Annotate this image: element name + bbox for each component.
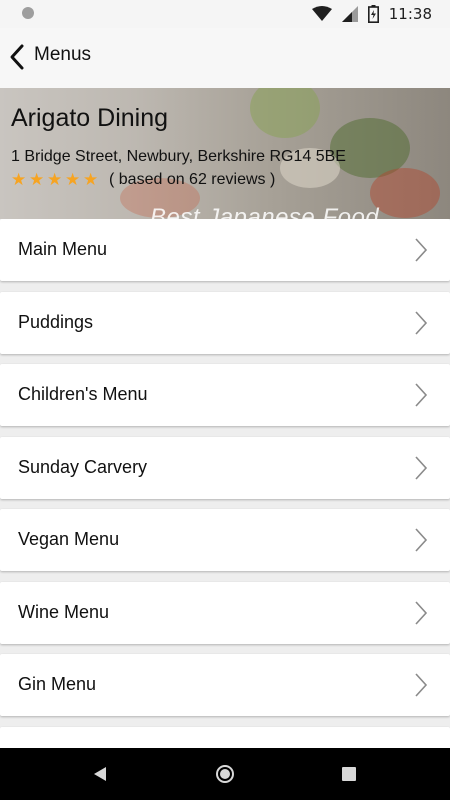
menu-item-label: Sunday Carvery bbox=[18, 456, 148, 477]
chevron-right-icon bbox=[415, 238, 428, 262]
menu-item-label: Main Menu bbox=[18, 239, 108, 259]
restaurant-banner: Arigato Dining 1 Bridge Street, Newbury,… bbox=[0, 88, 450, 219]
banner-text: Best Japanese Food bbox=[150, 204, 380, 219]
menu-item-label: Vegan Menu bbox=[18, 529, 120, 549]
battery-icon bbox=[367, 5, 379, 23]
page-title: Menus bbox=[34, 44, 92, 65]
status-bar: 11:38 bbox=[0, 0, 450, 28]
nav-home-icon[interactable] bbox=[215, 764, 235, 784]
menu-item-label: Wine Menu bbox=[18, 601, 110, 622]
status-icons: 11:38 bbox=[311, 4, 432, 24]
menu-list: Main Menu Puddings Children's Menu Sunday C… bbox=[0, 219, 450, 748]
reviews-count: ( based on 62 reviews ) bbox=[109, 171, 276, 188]
menu-item[interactable]: Puddings bbox=[0, 291, 450, 354]
chevron-right-icon bbox=[415, 310, 428, 335]
star-icon: ★ bbox=[65, 170, 81, 190]
system-nav-bar bbox=[0, 748, 450, 800]
status-time: 11:38 bbox=[388, 5, 432, 23]
chevron-left-icon[interactable] bbox=[8, 42, 28, 72]
star-icon: ★ bbox=[47, 170, 63, 190]
star-icon: ★ bbox=[29, 170, 45, 190]
chevron-right-icon bbox=[415, 455, 428, 480]
banner-food-image bbox=[370, 168, 440, 218]
chevron-right-icon bbox=[415, 600, 428, 625]
app-bar: Menus bbox=[0, 28, 450, 88]
menu-item[interactable]: Wine Menu bbox=[0, 581, 450, 644]
menu-item-partial[interactable] bbox=[0, 726, 450, 748]
nav-recents-icon[interactable] bbox=[342, 767, 356, 781]
nav-back-icon[interactable] bbox=[93, 766, 107, 782]
menu-item[interactable]: Gin Menu bbox=[0, 654, 450, 716]
star-rating: ★ ★ ★ ★ ★ bbox=[11, 171, 101, 189]
menu-item-label: Children's Menu bbox=[18, 384, 148, 404]
menu-item[interactable]: Children's Menu bbox=[0, 364, 450, 426]
banner-food-image bbox=[250, 88, 320, 138]
notification-dot-icon bbox=[22, 7, 34, 19]
star-icon: ★ bbox=[83, 170, 99, 190]
chevron-right-icon bbox=[415, 673, 428, 697]
wifi-icon bbox=[311, 6, 332, 21]
restaurant-name: Arigato Dining bbox=[11, 104, 169, 132]
star-icon: ★ bbox=[11, 170, 27, 190]
menu-item-label: Gin Menu bbox=[18, 674, 97, 694]
menu-item[interactable]: Main Menu bbox=[0, 219, 450, 281]
menu-item-label: Puddings bbox=[18, 311, 94, 332]
menu-item[interactable]: Vegan Menu bbox=[0, 509, 450, 571]
chevron-right-icon bbox=[415, 383, 428, 407]
signal-icon bbox=[341, 6, 358, 22]
chevron-right-icon bbox=[415, 528, 428, 552]
restaurant-address: 1 Bridge Street, Newbury, Berkshire RG14… bbox=[11, 148, 346, 165]
rating-row: ★ ★ ★ ★ ★ ( based on 62 reviews ) bbox=[11, 171, 275, 189]
menu-item[interactable]: Sunday Carvery bbox=[0, 436, 450, 499]
